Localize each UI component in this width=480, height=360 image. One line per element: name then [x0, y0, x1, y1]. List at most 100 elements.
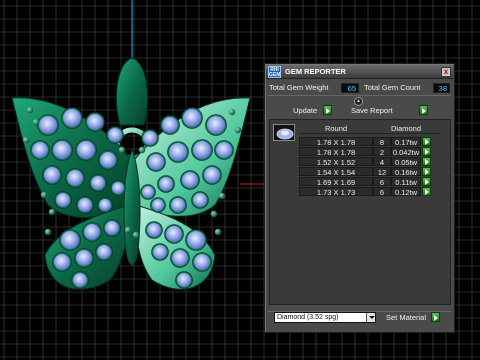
total-gem-count-value: 38: [433, 83, 450, 93]
select-gem-row-button[interactable]: [422, 176, 431, 186]
gem-stone: [105, 221, 119, 235]
gem-weight-cell: 0.12tw: [391, 187, 421, 197]
metal-bead: [22, 136, 30, 144]
gem-count-cell: 6: [373, 177, 391, 187]
gem-stone: [216, 142, 232, 158]
gem-weight-cell: 0.042tw: [391, 147, 421, 157]
panel-title: GEM REPORTER: [285, 67, 346, 76]
gem-stone: [159, 177, 173, 191]
gem-stone: [162, 117, 178, 133]
gem-stone: [53, 141, 71, 159]
material-select[interactable]: Diamond (3.52 spg): [274, 312, 376, 323]
metal-bead: [40, 191, 48, 199]
gem-count-cell: 6: [373, 187, 391, 197]
gem-stone: [204, 167, 220, 183]
gem-stone: [39, 116, 57, 134]
gem-stone: [148, 154, 164, 170]
gem-stone: [99, 199, 111, 211]
gem-size-cell: 1.69 X 1.69: [299, 177, 373, 187]
table-row[interactable]: 1.78 X 1.78 8 0.17tw: [299, 136, 449, 147]
gem-stone: [77, 141, 95, 159]
close-button[interactable]: x: [441, 67, 451, 77]
gem-stone: [56, 193, 70, 207]
metal-bead: [214, 228, 222, 236]
gem-stone: [97, 245, 111, 259]
divider: [268, 95, 451, 96]
select-gem-row-button[interactable]: [422, 146, 431, 156]
table-row[interactable]: 1.78 X 1.78 2 0.042tw: [299, 146, 449, 157]
metal-bead: [26, 106, 34, 114]
gem-size-cell: 1.73 X 1.73: [299, 187, 373, 197]
gem-stone: [67, 170, 83, 186]
metal-bead: [32, 118, 40, 126]
gem-stone: [207, 116, 225, 134]
total-gem-weight-value: 65: [341, 83, 359, 93]
panel-titlebar[interactable]: RHI GEM GEM REPORTER x: [266, 65, 453, 79]
table-row[interactable]: 1.73 X 1.73 6 0.12tw: [299, 186, 449, 197]
gem-weight-cell: 0.11tw: [391, 177, 421, 187]
gem-stone: [166, 226, 182, 242]
gem-count-cell: 2: [373, 147, 391, 157]
metal-bead: [138, 146, 146, 154]
set-material-label: Set Material: [386, 313, 427, 322]
metal-bead: [44, 228, 52, 236]
gem-stone: [193, 141, 211, 159]
gem-stone: [152, 199, 164, 211]
gem-weight-cell: 0.05tw: [391, 157, 421, 167]
gem-stone: [143, 131, 157, 145]
gem-stone: [61, 231, 79, 249]
collapse-icon[interactable]: ▲: [354, 97, 363, 106]
select-gem-row-button[interactable]: [422, 186, 431, 196]
save-report-button[interactable]: [419, 105, 428, 115]
metal-bead: [210, 210, 218, 218]
update-label: Update: [293, 106, 318, 115]
gem-stone: [182, 172, 198, 188]
column-header-round: Round: [299, 124, 373, 134]
gem-stone: [108, 128, 122, 142]
gem-stone: [183, 109, 201, 127]
gem-size-cell: 1.54 X 1.54: [299, 167, 373, 177]
gem-stone: [84, 224, 100, 240]
table-row[interactable]: 1.69 X 1.69 6 0.11tw: [299, 176, 449, 187]
metal-bead: [132, 231, 140, 239]
gem-stone: [153, 245, 167, 259]
gem-stone: [91, 176, 105, 190]
gem-weight-cell: 0.16tw: [391, 167, 421, 177]
save-report-label: Save Report: [351, 106, 393, 115]
select-gem-row-button[interactable]: [422, 136, 431, 146]
gem-count-cell: 8: [373, 137, 391, 147]
gem-stone: [54, 254, 70, 270]
gem-size-cell: 1.78 X 1.78: [299, 137, 373, 147]
gem-weight-cell: 0.17tw: [391, 137, 421, 147]
set-material-button[interactable]: [431, 312, 440, 322]
metal-bead: [218, 192, 226, 200]
gem-stone: [194, 254, 210, 270]
select-gem-row-button[interactable]: [422, 156, 431, 166]
gem-stone: [78, 198, 92, 212]
metal-bead: [228, 108, 236, 116]
gem-stone: [177, 273, 191, 287]
update-button[interactable]: [323, 105, 332, 115]
table-row[interactable]: 1.52 X 1.52 4 0.05tw: [299, 156, 449, 167]
gem-stone: [76, 250, 92, 266]
metal-bead: [124, 226, 132, 234]
select-gem-row-button[interactable]: [422, 166, 431, 176]
table-row[interactable]: 1.54 X 1.54 12 0.16tw: [299, 166, 449, 177]
gem-stone: [187, 231, 205, 249]
gem-stone: [147, 223, 161, 237]
gem-app-icon: RHI GEM: [268, 66, 281, 78]
gem-stone: [193, 193, 207, 207]
gem-stone: [172, 250, 188, 266]
gem-stone: [100, 152, 116, 168]
gem-size-cell: 1.52 X 1.52: [299, 157, 373, 167]
diamond-thumbnail-icon: [273, 124, 295, 141]
gem-stone: [87, 114, 103, 130]
gem-stone: [112, 182, 124, 194]
total-gem-count-label: Total Gem Count: [364, 83, 421, 92]
gem-size-cell: 1.78 X 1.78: [299, 147, 373, 157]
gem-stone: [142, 186, 154, 198]
gem-count-cell: 12: [373, 167, 391, 177]
gem-stone: [171, 198, 185, 212]
chevron-down-icon[interactable]: [366, 313, 375, 322]
gem-count-cell: 4: [373, 157, 391, 167]
